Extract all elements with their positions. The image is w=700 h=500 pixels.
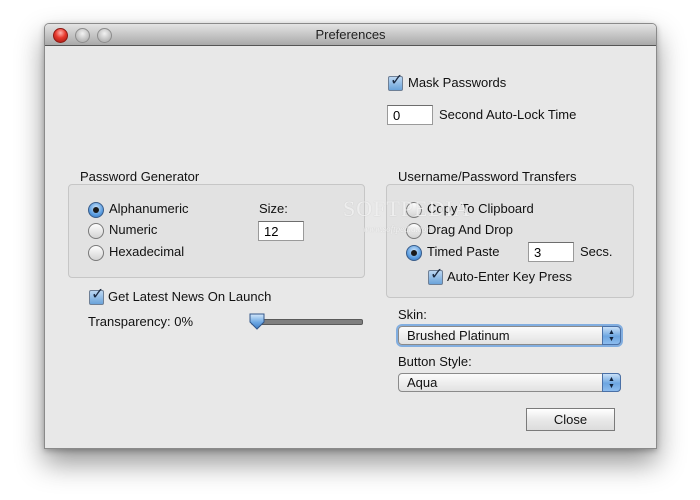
button-style-select[interactable]: Aqua ▲ ▼ <box>398 373 621 392</box>
numeric-radio[interactable] <box>88 223 104 239</box>
timed-paste-seconds-input[interactable] <box>528 242 574 262</box>
size-label: Size: <box>259 201 288 216</box>
auto-lock-time-input[interactable] <box>387 105 433 125</box>
checkmark-icon: ✓ <box>91 286 105 303</box>
updown-arrows-icon: ▲ ▼ <box>602 373 621 392</box>
mask-passwords-label: Mask Passwords <box>408 75 507 90</box>
alphanumeric-radio[interactable] <box>88 202 104 218</box>
get-latest-news-label: Get Latest News On Launch <box>108 289 272 304</box>
auto-lock-time-label: Second Auto-Lock Time <box>439 107 577 122</box>
copy-to-clipboard-radio[interactable] <box>406 202 422 218</box>
timed-paste-radio[interactable] <box>406 245 422 261</box>
password-generator-title: Password Generator <box>80 169 200 184</box>
skin-selected-value: Brushed Platinum <box>407 328 510 343</box>
transparency-label: Transparency: 0% <box>88 314 194 329</box>
skin-label: Skin: <box>398 307 427 322</box>
transparency-slider-track[interactable] <box>251 319 363 325</box>
button-style-label: Button Style: <box>398 354 472 369</box>
auto-enter-key-press-checkbox[interactable]: ✓ <box>428 266 443 285</box>
skin-select[interactable]: Brushed Platinum ▲ ▼ <box>398 326 621 345</box>
transfers-title: Username/Password Transfers <box>398 169 577 184</box>
mask-passwords-checkbox[interactable]: ✓ <box>388 72 403 91</box>
hexadecimal-radio[interactable] <box>88 245 104 261</box>
timed-paste-label: Timed Paste <box>427 244 500 259</box>
secs-label: Secs. <box>580 244 613 259</box>
numeric-label: Numeric <box>109 222 158 237</box>
window-title: Preferences <box>315 27 386 42</box>
updown-arrows-icon: ▲ ▼ <box>602 326 621 345</box>
copy-to-clipboard-label: Copy To Clipboard <box>427 201 534 216</box>
checkmark-icon: ✓ <box>390 72 404 89</box>
alphanumeric-label: Alphanumeric <box>109 201 189 216</box>
password-size-input[interactable] <box>258 221 304 241</box>
drag-and-drop-label: Drag And Drop <box>427 222 513 237</box>
auto-enter-key-press-label: Auto-Enter Key Press <box>447 269 572 284</box>
title-bar[interactable]: Preferences <box>45 24 656 46</box>
get-latest-news-checkbox[interactable]: ✓ <box>89 286 104 305</box>
transparency-slider-knob[interactable] <box>248 312 266 330</box>
drag-and-drop-radio[interactable] <box>406 223 422 239</box>
button-style-selected-value: Aqua <box>407 375 438 390</box>
hexadecimal-label: Hexadecimal <box>109 244 185 259</box>
preferences-window: Preferences ✓ Mask Passwords Second Auto… <box>44 23 657 449</box>
checkmark-icon: ✓ <box>430 266 444 283</box>
close-button[interactable]: Close <box>526 408 615 431</box>
